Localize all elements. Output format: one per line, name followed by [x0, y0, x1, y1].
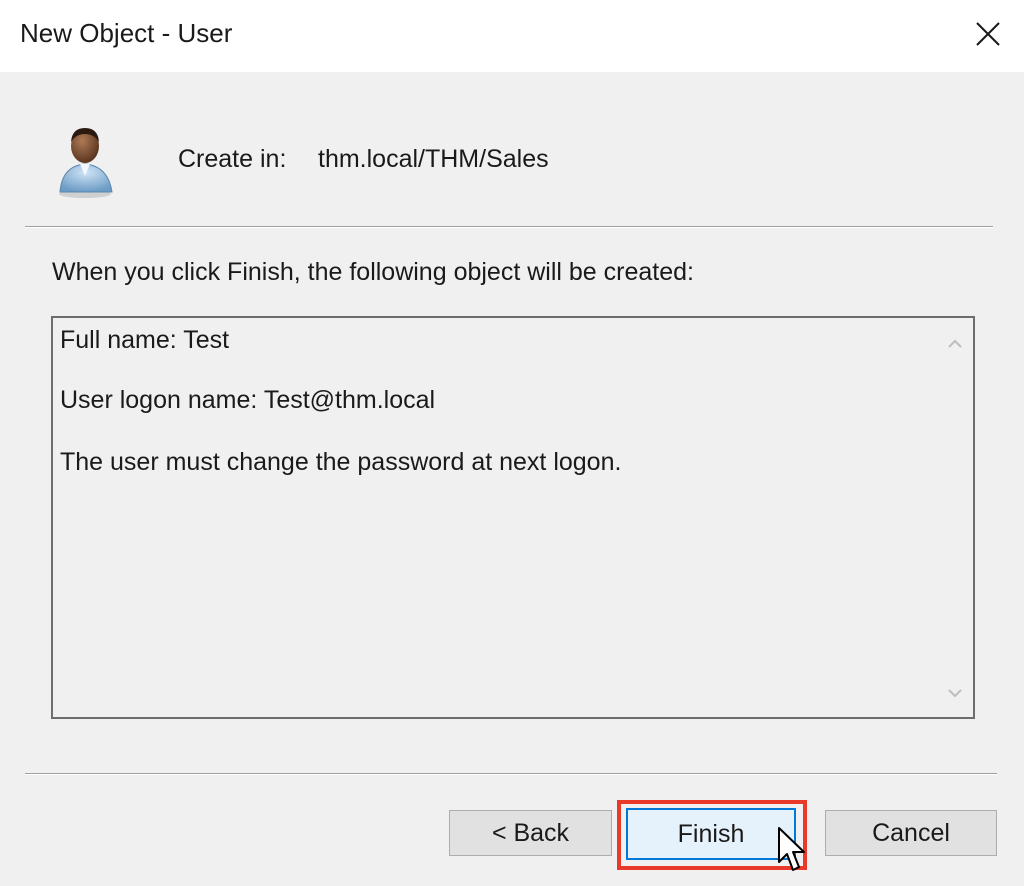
- summary-textbox[interactable]: Full name: Test User logon name: Test@th…: [51, 316, 975, 719]
- scroll-up-button[interactable]: [937, 324, 973, 364]
- scroll-down-button[interactable]: [937, 673, 973, 713]
- chevron-down-icon: [948, 689, 962, 698]
- user-icon: [59, 128, 113, 198]
- instruction-text: When you click Finish, the following obj…: [52, 258, 694, 286]
- back-button[interactable]: < Back: [449, 810, 612, 856]
- create-in-label: Create in:: [178, 145, 287, 173]
- header-divider: [25, 226, 993, 228]
- summary-full-name: Full name: Test: [60, 326, 230, 354]
- finish-button[interactable]: Finish: [626, 808, 796, 860]
- summary-password-note: The user must change the password at nex…: [60, 448, 622, 476]
- new-object-user-dialog: New Object - User Create in: thm.local/T…: [0, 0, 1024, 886]
- window-title: New Object - User: [20, 18, 233, 48]
- cancel-button[interactable]: Cancel: [825, 810, 997, 856]
- summary-logon-name: User logon name: Test@thm.local: [60, 386, 436, 414]
- title-bar: New Object - User: [0, 0, 1024, 72]
- create-in-path: thm.local/THM/Sales: [318, 145, 549, 173]
- close-button[interactable]: [960, 8, 1016, 60]
- vertical-scrollbar[interactable]: [937, 318, 973, 717]
- footer-divider: [25, 773, 997, 775]
- chevron-up-icon: [948, 339, 962, 348]
- close-icon: [976, 22, 1000, 46]
